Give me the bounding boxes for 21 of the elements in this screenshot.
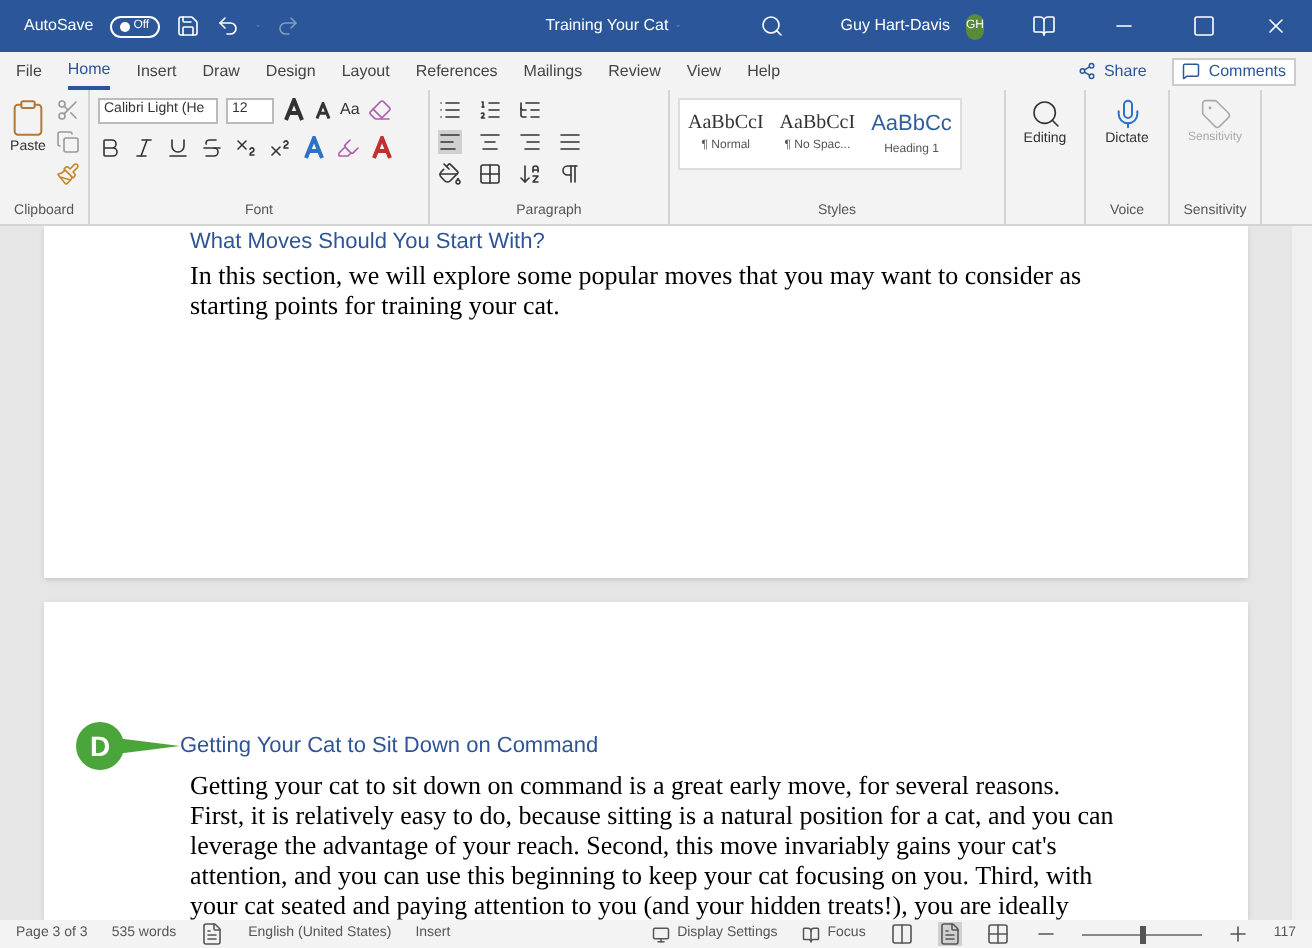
ribbon-tab[interactable]: Insert (136, 52, 177, 90)
step-callout: D (76, 722, 180, 770)
ribbon-tab[interactable]: View (686, 52, 722, 90)
ribbon-tab[interactable]: Help (747, 52, 781, 90)
ribbon-tab[interactable]: File (16, 52, 42, 90)
body-paragraph: Getting your cat to sit down on command is a great early move, for several reasons. First, it is relatively easy to do, because sitting is a natural position for a cat, and you can leverage the advantage of your reach. Second, this move invariably gains your cat's attention, and you can use this beginning to keep your cat focusing on you. Third, with your cat seated and paying attention to you (and your hidden treats!), you are ideally (190, 770, 1114, 920)
ribbon-tab[interactable]: Draw (202, 52, 240, 90)
body-paragraph: In this section, we will explore some popular moves that you may want to consider as starting points for training your cat. (190, 259, 1084, 319)
ribbon-tab[interactable]: Design (265, 52, 316, 90)
ribbon-tab[interactable]: Review (608, 52, 661, 90)
comments-button[interactable]: Comments (1172, 57, 1296, 85)
change-case-button[interactable]: Aa (340, 98, 360, 123)
section-heading: Getting Your Cat to Sit Down on Command (180, 731, 599, 762)
share-button[interactable]: Share (1077, 59, 1147, 83)
user-name[interactable]: Guy Hart-Davis (840, 14, 950, 38)
document-title[interactable]: Training Your Cat (545, 14, 669, 38)
ribbon-tab[interactable]: Mailings (523, 52, 583, 90)
autosave-label: AutoSave (24, 14, 94, 38)
section-heading: What Moves Should You Start With? (190, 228, 547, 258)
ribbon-tab[interactable]: Layout (341, 52, 390, 90)
ribbon-tab[interactable]: References (415, 52, 498, 90)
